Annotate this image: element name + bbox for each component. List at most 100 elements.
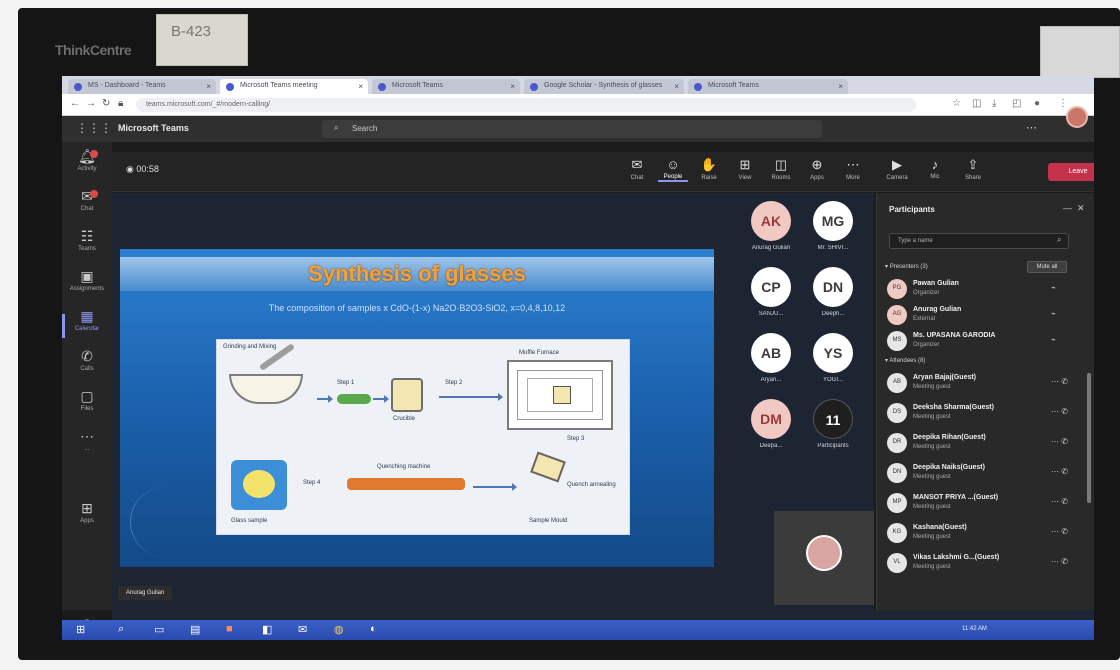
participant-actions-icon[interactable]: ⋯ ✆: [1051, 557, 1068, 566]
participant-name: Vikas Lakshmi G...(Guest): [913, 554, 1000, 561]
rail-item-teams[interactable]: ☷ Teams: [62, 228, 112, 264]
office-icon[interactable]: ■: [226, 623, 233, 635]
video-tile[interactable]: CP SANJU...: [744, 267, 798, 329]
rail-item-chat[interactable]: ✉ Chat: [62, 188, 112, 224]
edge-icon[interactable]: ◐: [370, 623, 377, 635]
video-tile[interactable]: AB Aryan...: [744, 333, 798, 395]
participant-row[interactable]: PG Pawan Gulian Organizer ⌁: [887, 277, 1083, 301]
mail-icon[interactable]: ✉: [298, 623, 307, 636]
leave-button[interactable]: Leave: [1048, 163, 1094, 181]
participant-avatar: DR: [887, 433, 907, 453]
close-icon[interactable]: ×: [358, 82, 363, 91]
participant-row[interactable]: DS Deeksha Sharma(Guest) Meeting guest ⋯ ✆: [887, 401, 1083, 425]
video-tile[interactable]: 11 Participants: [806, 399, 860, 461]
rail-item-label: Chat: [80, 206, 94, 212]
browser-tab[interactable]: Microsoft Teams ×: [372, 79, 520, 94]
rail-item-calendar[interactable]: ▦ Calendar: [62, 308, 112, 344]
file-explorer-icon[interactable]: ▤: [190, 623, 200, 636]
bookmark-icon[interactable]: ◰: [1012, 98, 1021, 109]
more-options-icon[interactable]: ⋯: [1026, 121, 1037, 134]
mute-all-button[interactable]: Mute all: [1027, 261, 1067, 273]
close-icon[interactable]: ×: [674, 82, 679, 91]
participant-row[interactable]: DR Deepika Rihan(Guest) Meeting guest ⋯ ✆: [887, 431, 1083, 455]
toolbar-camera-button[interactable]: ▶ Camera: [882, 157, 912, 181]
browser-tab[interactable]: Microsoft Teams ×: [688, 79, 848, 94]
browser-tab-bar: MS - Dashboard - Teams × Microsoft Teams …: [62, 76, 1094, 94]
rail-item-[interactable]: ⋯...: [62, 428, 112, 464]
toolbar-people-button[interactable]: ☺ People: [658, 157, 688, 182]
video-tile[interactable]: DN Deeph...: [806, 267, 860, 329]
rail-item-assignments[interactable]: ▣ Assignments: [62, 268, 112, 304]
reload-icon[interactable]: ↻: [102, 98, 110, 109]
attendees-header[interactable]: ▾ Attendees (8): [885, 357, 925, 364]
app-launcher-icon[interactable]: ⋮⋮⋮: [76, 121, 112, 135]
rail-item-label: Assignments: [69, 286, 105, 292]
user-avatar[interactable]: [1066, 106, 1088, 128]
browser-tab[interactable]: Google Scholar - Synthesis of glasses ×: [524, 79, 684, 94]
participant-search-input[interactable]: Type a name: [889, 233, 1069, 249]
forward-icon[interactable]: →: [86, 98, 96, 109]
search-input[interactable]: ⌕ Search: [322, 120, 822, 138]
mic-icon[interactable]: ⌁: [1051, 335, 1056, 344]
store-icon[interactable]: ◧: [262, 623, 272, 636]
toolbar-view-button[interactable]: ⊞ View: [730, 157, 760, 181]
browser-tab-active[interactable]: Microsoft Teams meeting ×: [220, 79, 368, 94]
address-bar[interactable]: teams.microsoft.com/_#/modern-calling/: [136, 98, 916, 112]
search-icon[interactable]: ⌕: [118, 623, 124, 636]
panel-controls[interactable]: — ✕: [1063, 203, 1085, 214]
close-icon[interactable]: ×: [206, 82, 211, 91]
participant-row[interactable]: KG Kashana(Guest) Meeting guest ⋯ ✆: [887, 521, 1083, 545]
panel-scrollbar[interactable]: [1087, 373, 1091, 503]
participant-row[interactable]: MS Ms. UPASANA GARODIA Organizer ⌁: [887, 329, 1083, 353]
toolbar-apps-button[interactable]: ⊕ Apps: [802, 157, 832, 181]
minimize-icon[interactable]: —: [1063, 203, 1072, 213]
toolbar-raise-button[interactable]: ✋ Raise: [694, 157, 724, 181]
participant-avatar: CP: [751, 267, 791, 307]
teams-header: ⋮⋮⋮ Microsoft Teams ⌕ Search ⋯: [62, 116, 1094, 142]
video-tile[interactable]: YS YOGI...: [806, 333, 860, 395]
close-icon[interactable]: ×: [838, 82, 843, 91]
toolbar-label: Raise: [701, 175, 717, 181]
participant-actions-icon[interactable]: ⋯ ✆: [1051, 497, 1068, 506]
toolbar-mic-button[interactable]: ♪ Mic: [920, 157, 950, 180]
chrome-icon[interactable]: ◍: [334, 623, 344, 636]
download-icon[interactable]: ⤓: [992, 98, 996, 109]
presenters-header[interactable]: ▾ Presenters (3): [885, 263, 928, 270]
toolbar-rooms-button[interactable]: ◫ Rooms: [766, 157, 796, 181]
toolbar-chat-button[interactable]: ✉ Chat: [622, 157, 652, 181]
toolbar-label: Rooms: [771, 175, 791, 181]
video-tile[interactable]: AK Anurag Gulian: [744, 201, 798, 263]
extensions-icon[interactable]: ◫: [972, 98, 981, 109]
participant-actions-icon[interactable]: ⋯ ✆: [1051, 437, 1068, 446]
participant-actions-icon[interactable]: ⋯ ✆: [1051, 527, 1068, 536]
participant-actions-icon[interactable]: ⋯ ✆: [1051, 407, 1068, 416]
mic-icon[interactable]: ⌁: [1051, 309, 1056, 318]
participant-actions-icon[interactable]: ⋯ ✆: [1051, 467, 1068, 476]
toolbar-share-button[interactable]: ⇪ Share: [958, 157, 988, 181]
participant-row[interactable]: VL Vikas Lakshmi G...(Guest) Meeting guest…: [887, 551, 1083, 575]
participant-actions-icon[interactable]: ⋯ ✆: [1051, 377, 1068, 386]
participant-row[interactable]: DN Deepika Naiks(Guest) Meeting guest ⋯ ✆: [887, 461, 1083, 485]
self-view[interactable]: [774, 511, 874, 605]
rail-item-apps[interactable]: ⊞ Apps: [62, 500, 112, 536]
close-icon[interactable]: ×: [510, 82, 515, 91]
video-tile[interactable]: DM Deepa...: [744, 399, 798, 461]
windows-start-icon[interactable]: ⊞: [76, 623, 85, 636]
back-icon[interactable]: ←: [70, 98, 80, 109]
participant-row[interactable]: MP MANSOT PRIYA ...(Guest) Meeting guest ⋯ …: [887, 491, 1083, 515]
participant-row[interactable]: AG Anurag Gulian External ⌁: [887, 303, 1083, 327]
participant-row[interactable]: AB Aryan Bajaj(Guest) Meeting guest ⋯ ✆: [887, 371, 1083, 395]
mic-icon[interactable]: ⌁: [1051, 283, 1056, 292]
star-icon[interactable]: ☆: [952, 98, 961, 109]
toolbar-label: Mic: [930, 174, 940, 180]
video-tile[interactable]: MG Mr. SHIVI...: [806, 201, 860, 263]
browser-tab[interactable]: MS - Dashboard - Teams ×: [68, 79, 216, 94]
rail-item-files[interactable]: ▢ Files: [62, 388, 112, 424]
rail-item-calls[interactable]: ✆ Calls: [62, 348, 112, 384]
task-view-icon[interactable]: ▭: [154, 623, 164, 636]
browser-menu-icon[interactable]: ⋮: [1058, 98, 1068, 109]
toolbar-more-button[interactable]: ⋯ More: [838, 157, 868, 181]
profile-icon[interactable]: ●: [1034, 98, 1040, 109]
close-icon[interactable]: ✕: [1077, 203, 1085, 213]
rail-item-activity[interactable]: 🔔︎ Activity: [62, 148, 112, 184]
